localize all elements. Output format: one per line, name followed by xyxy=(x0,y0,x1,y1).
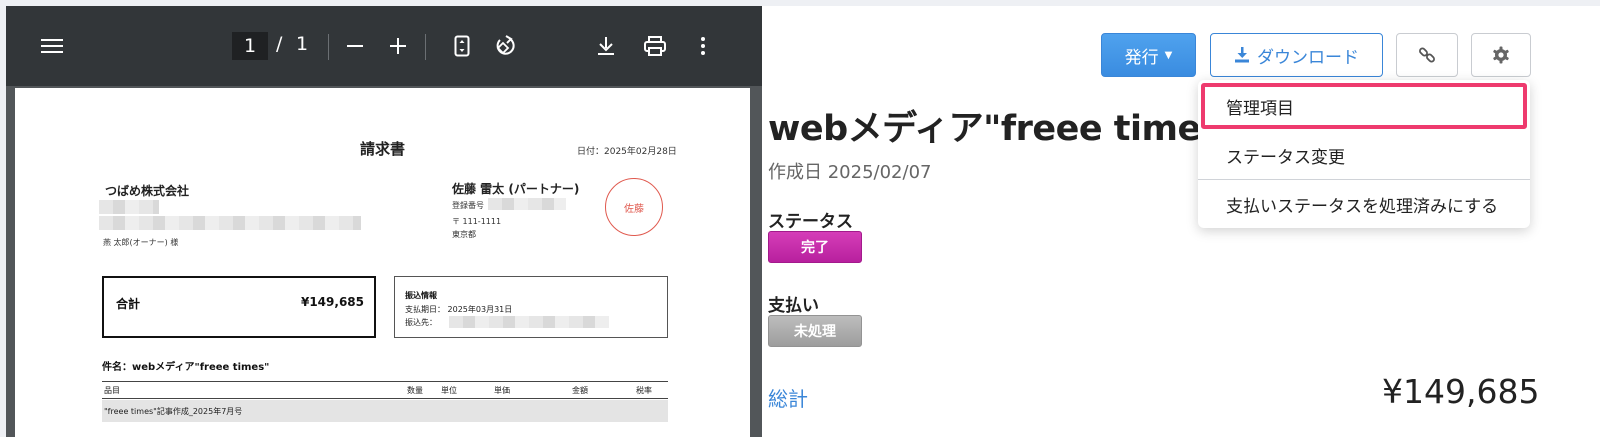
column-header: 税率 xyxy=(636,386,652,395)
pdf-toolbar: 1 / 1 xyxy=(6,6,762,86)
menu-item-mark-paid[interactable]: 支払いステータスを処理済みにする xyxy=(1198,180,1530,228)
column-header: 金額 xyxy=(572,386,588,395)
page-separator: / xyxy=(276,33,283,55)
toolbar-divider xyxy=(328,34,329,60)
settings-button[interactable] xyxy=(1471,33,1531,77)
download-icon[interactable] xyxy=(591,31,621,61)
invoice-subject: 件名：webメディア"freee times" xyxy=(102,362,270,373)
page-number-input[interactable]: 1 xyxy=(232,32,268,60)
bank-destination: 振込先： xyxy=(405,318,437,327)
menu-item-manage-fields[interactable]: 管理項目 xyxy=(1198,83,1530,129)
client-name: つばめ株式会社 xyxy=(105,184,190,198)
issuer-name: 佐藤 雷太 (パートナー) xyxy=(452,182,580,196)
invoice-date: 日付：2025年02月28日 xyxy=(577,147,677,157)
payment-status-badge: 未処理 xyxy=(768,315,862,347)
download-button[interactable]: ダウンロード xyxy=(1210,33,1383,77)
issue-button[interactable]: 発行 ▼ xyxy=(1101,33,1196,77)
page-title: webメディア"freee times" xyxy=(768,109,1239,149)
issuer-zip: 〒 111-1111 xyxy=(452,217,502,226)
column-header: 単位 xyxy=(441,386,457,395)
print-icon[interactable] xyxy=(640,31,670,61)
caret-down-icon: ▼ xyxy=(1164,49,1173,61)
grand-total-value: ¥149,685 xyxy=(1382,372,1540,411)
issue-button-label: 発行 xyxy=(1124,47,1159,68)
table-row: "freee times"記事作成_2025年7月号 xyxy=(102,400,668,422)
issuer-prefecture: 東京都 xyxy=(452,230,476,239)
issuer-registration: 登録番号 xyxy=(452,201,484,210)
rotate-icon[interactable] xyxy=(490,31,520,61)
payment-label: 支払い xyxy=(768,296,819,316)
seal-stamp: 佐藤 xyxy=(605,178,663,236)
page-total: 1 xyxy=(296,33,309,55)
redacted-block xyxy=(99,216,361,230)
gear-icon xyxy=(1492,46,1510,64)
redacted-block xyxy=(488,198,566,210)
settings-dropdown-menu: 管理項目 ステータス変更 支払いステータスを処理済みにする xyxy=(1198,80,1530,228)
invoice-total-value: ¥149,685 xyxy=(300,295,364,309)
bank-due-date: 支払期日： 2025年03月31日 xyxy=(405,305,513,314)
bank-info-title: 振込情報 xyxy=(405,291,437,300)
column-header: 品目 xyxy=(104,386,120,395)
column-header: 単価 xyxy=(494,386,510,395)
pdf-page: 請求書 日付：2025年02月28日 つばめ株式会社 燕 太郎(オーナー) 様 … xyxy=(15,88,750,437)
more-vert-icon[interactable] xyxy=(688,31,718,61)
redacted-block xyxy=(449,316,609,328)
invoice-total-box: 合計 ¥149,685 xyxy=(102,276,376,338)
share-link-button[interactable] xyxy=(1396,33,1458,77)
download-button-label: ダウンロード xyxy=(1257,47,1359,68)
client-person: 燕 太郎(オーナー) 様 xyxy=(103,238,179,247)
invoice-title: 請求書 xyxy=(360,140,406,158)
column-header: 数量 xyxy=(407,386,423,395)
toolbar-divider xyxy=(425,34,426,60)
created-date: 作成日 2025/02/07 xyxy=(768,162,932,183)
total-link[interactable]: 総計 xyxy=(768,383,808,412)
items-table-header: 品目 数量 単位 単価 金額 税率 xyxy=(102,381,668,399)
zoom-out-icon[interactable] xyxy=(340,31,370,61)
item-name: "freee times"記事作成_2025年7月号 xyxy=(104,407,243,416)
pdf-viewer: 1 / 1 請求書 日付：2025年02月28日 つばめ株式会社 燕 太郎(オー… xyxy=(6,6,762,437)
status-badge: 完了 xyxy=(768,231,862,263)
link-icon xyxy=(1418,46,1436,64)
menu-item-change-status[interactable]: ステータス変更 xyxy=(1198,132,1530,178)
status-label: ステータス xyxy=(768,212,853,232)
zoom-in-icon[interactable] xyxy=(383,31,413,61)
bank-info-box: 振込情報 支払期日： 2025年03月31日 振込先： xyxy=(394,276,668,338)
menu-icon[interactable] xyxy=(37,31,67,61)
fit-page-icon[interactable] xyxy=(447,31,477,61)
invoice-total-label: 合計 xyxy=(116,297,141,311)
redacted-block xyxy=(99,200,159,214)
download-icon xyxy=(1234,47,1250,63)
